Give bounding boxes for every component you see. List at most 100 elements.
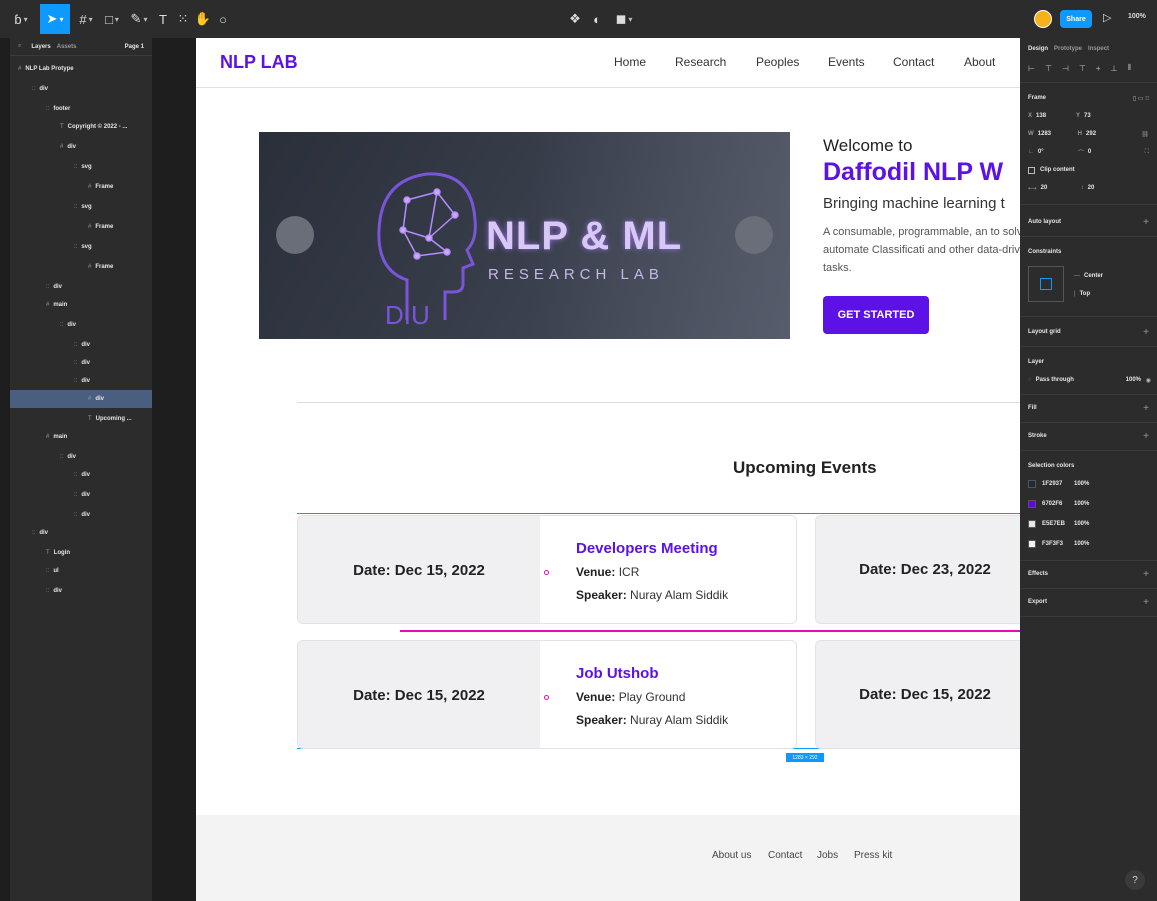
layer-row[interactable]: :: div: [10, 506, 152, 524]
color-swatch[interactable]: [1028, 520, 1036, 528]
carousel-next-dot[interactable]: [735, 216, 773, 254]
layer-row[interactable]: # Frame: [10, 258, 152, 276]
nav-home[interactable]: Home: [614, 55, 646, 69]
distribute-icon[interactable]: ⫴: [1128, 63, 1131, 73]
components-button[interactable]: ❖: [566, 4, 584, 34]
footer-about-link[interactable]: About us: [712, 850, 751, 861]
canvas[interactable]: NLP LAB Home Research Peoples Events Con…: [152, 38, 1020, 901]
eye-icon[interactable]: ◉: [1146, 377, 1151, 384]
site-header[interactable]: NLP LAB Home Research Peoples Events Con…: [196, 38, 1020, 88]
color-swatch[interactable]: [1028, 500, 1036, 508]
align-top-icon[interactable]: ⊤: [1079, 64, 1086, 73]
tab-layers[interactable]: Layers: [31, 44, 50, 50]
add-auto-layout-icon[interactable]: +: [1143, 217, 1149, 228]
shape-tool-button[interactable]: □ ▾: [100, 4, 124, 34]
layer-row[interactable]: T Upcoming ...: [10, 410, 152, 428]
mask-button[interactable]: ◐: [588, 4, 606, 34]
nav-events[interactable]: Events: [828, 55, 865, 69]
help-button[interactable]: ?: [1125, 870, 1145, 890]
present-play-icon[interactable]: ▷: [1103, 11, 1111, 24]
layer-row[interactable]: :: div: [10, 582, 152, 600]
user-avatar[interactable]: [1034, 10, 1052, 28]
layer-row[interactable]: :: ul: [10, 562, 152, 580]
layer-row[interactable]: :: div: [10, 336, 152, 354]
layer-row[interactable]: # div: [10, 138, 152, 156]
tab-prototype[interactable]: Prototype: [1054, 46, 1082, 52]
layer-row[interactable]: # Frame: [10, 218, 152, 236]
layer-row[interactable]: :: div: [10, 278, 152, 296]
hand-tool-button[interactable]: ✋: [194, 4, 212, 34]
independent-corners-icon[interactable]: ⛶: [1145, 149, 1149, 156]
clip-content-checkbox[interactable]: [1028, 166, 1035, 174]
color-opacity[interactable]: 100%: [1074, 541, 1089, 547]
event-card-side[interactable]: Date: Dec 15, 2022: [815, 640, 1020, 749]
move-tool-button[interactable]: ➤ ▾: [40, 4, 70, 34]
footer-jobs-link[interactable]: Jobs: [817, 850, 838, 861]
carousel-prev-dot[interactable]: [276, 216, 314, 254]
align-bottom-icon[interactable]: ⊥: [1111, 64, 1118, 73]
selection-color-row[interactable]: F3F3F3 100%: [1020, 538, 1157, 550]
auto-layout-section[interactable]: Auto layout +: [1020, 216, 1157, 228]
site-brand[interactable]: NLP LAB: [220, 52, 298, 73]
layer-row[interactable]: :: div: [10, 466, 152, 484]
event-title[interactable]: Job Utshob: [576, 665, 659, 682]
layout-grid-section[interactable]: Layout grid +: [1020, 326, 1157, 338]
stroke-section[interactable]: Stroke +: [1020, 430, 1157, 442]
layer-row[interactable]: # NLP Lab Protype: [10, 60, 152, 78]
footer-contact-link[interactable]: Contact: [768, 850, 802, 861]
layer-row[interactable]: :: div: [10, 80, 152, 98]
layer-row[interactable]: :: footer: [10, 100, 152, 118]
align-middle-icon[interactable]: +: [1096, 64, 1101, 73]
selection-color-row[interactable]: E5E7EB 100%: [1020, 518, 1157, 530]
tab-design[interactable]: Design: [1028, 46, 1048, 52]
blend-mode-dropdown[interactable]: Pass through: [1036, 377, 1074, 383]
frame-type-dropdown[interactable]: Frame ▯ ▭ ⁝⁝: [1020, 92, 1157, 104]
nav-contact[interactable]: Contact: [893, 55, 934, 69]
color-swatch[interactable]: [1028, 540, 1036, 548]
layer-row[interactable]: :: div: [10, 372, 152, 390]
color-opacity[interactable]: 100%: [1074, 481, 1089, 487]
constraint-horizontal[interactable]: — Center: [1020, 270, 1157, 282]
align-right-icon[interactable]: ⊣: [1062, 64, 1069, 73]
selection-color-row[interactable]: 6702F6 100%: [1020, 498, 1157, 510]
fill-section[interactable]: Fill +: [1020, 402, 1157, 414]
add-effect-icon[interactable]: +: [1143, 569, 1149, 580]
layer-row[interactable]: :: svg: [10, 238, 152, 256]
layer-row[interactable]: :: div: [10, 448, 152, 466]
get-started-button[interactable]: GET STARTED: [823, 296, 929, 334]
color-hex[interactable]: F3F3F3: [1042, 541, 1074, 547]
height-input[interactable]: 292: [1086, 131, 1096, 137]
layer-row[interactable]: :: div: [10, 486, 152, 504]
constraint-vertical[interactable]: | Top: [1020, 288, 1157, 300]
share-button[interactable]: Share: [1060, 10, 1092, 28]
tab-assets[interactable]: Assets: [57, 44, 77, 50]
horizontal-spacing-input[interactable]: 20: [1041, 185, 1081, 191]
nav-research[interactable]: Research: [675, 55, 726, 69]
vertical-spacing-input[interactable]: 20: [1088, 185, 1095, 191]
radius-input[interactable]: 0: [1088, 149, 1091, 155]
width-input[interactable]: 1283: [1038, 131, 1078, 137]
event-card-side[interactable]: Date: Dec 23, 2022: [815, 515, 1020, 624]
site-footer[interactable]: About us Contact Jobs Press kit: [196, 815, 1020, 901]
layer-row[interactable]: # Frame: [10, 178, 152, 196]
blend-mode-row[interactable]: ◌ Pass through 100% ◉: [1020, 374, 1157, 386]
event-card[interactable]: Date: Dec 15, 2022 Job Utshob Venue: Pla…: [297, 640, 797, 749]
selection-color-row[interactable]: 1F2937 100%: [1020, 478, 1157, 490]
layer-row[interactable]: T Copyright © 2022 - ...: [10, 118, 152, 136]
layer-row[interactable]: :: div: [10, 316, 152, 334]
color-hex[interactable]: E5E7EB: [1042, 521, 1074, 527]
effects-section[interactable]: Effects +: [1020, 568, 1157, 580]
x-input[interactable]: 138: [1036, 113, 1076, 119]
comment-tool-button[interactable]: ○: [214, 4, 232, 34]
color-hex[interactable]: 6702F6: [1042, 501, 1074, 507]
events-heading[interactable]: Upcoming Events: [733, 458, 877, 478]
tab-inspect[interactable]: Inspect: [1088, 46, 1109, 52]
color-hex[interactable]: 1F2937: [1042, 481, 1074, 487]
rotation-input[interactable]: 0°: [1038, 149, 1078, 155]
resources-button[interactable]: ⁙: [174, 4, 192, 34]
layer-row[interactable]: T Login: [10, 544, 152, 562]
color-swatch[interactable]: [1028, 480, 1036, 488]
layer-row[interactable]: :: svg: [10, 158, 152, 176]
page-selector[interactable]: Page 1: [125, 44, 144, 50]
event-title[interactable]: Developers Meeting: [576, 540, 718, 557]
